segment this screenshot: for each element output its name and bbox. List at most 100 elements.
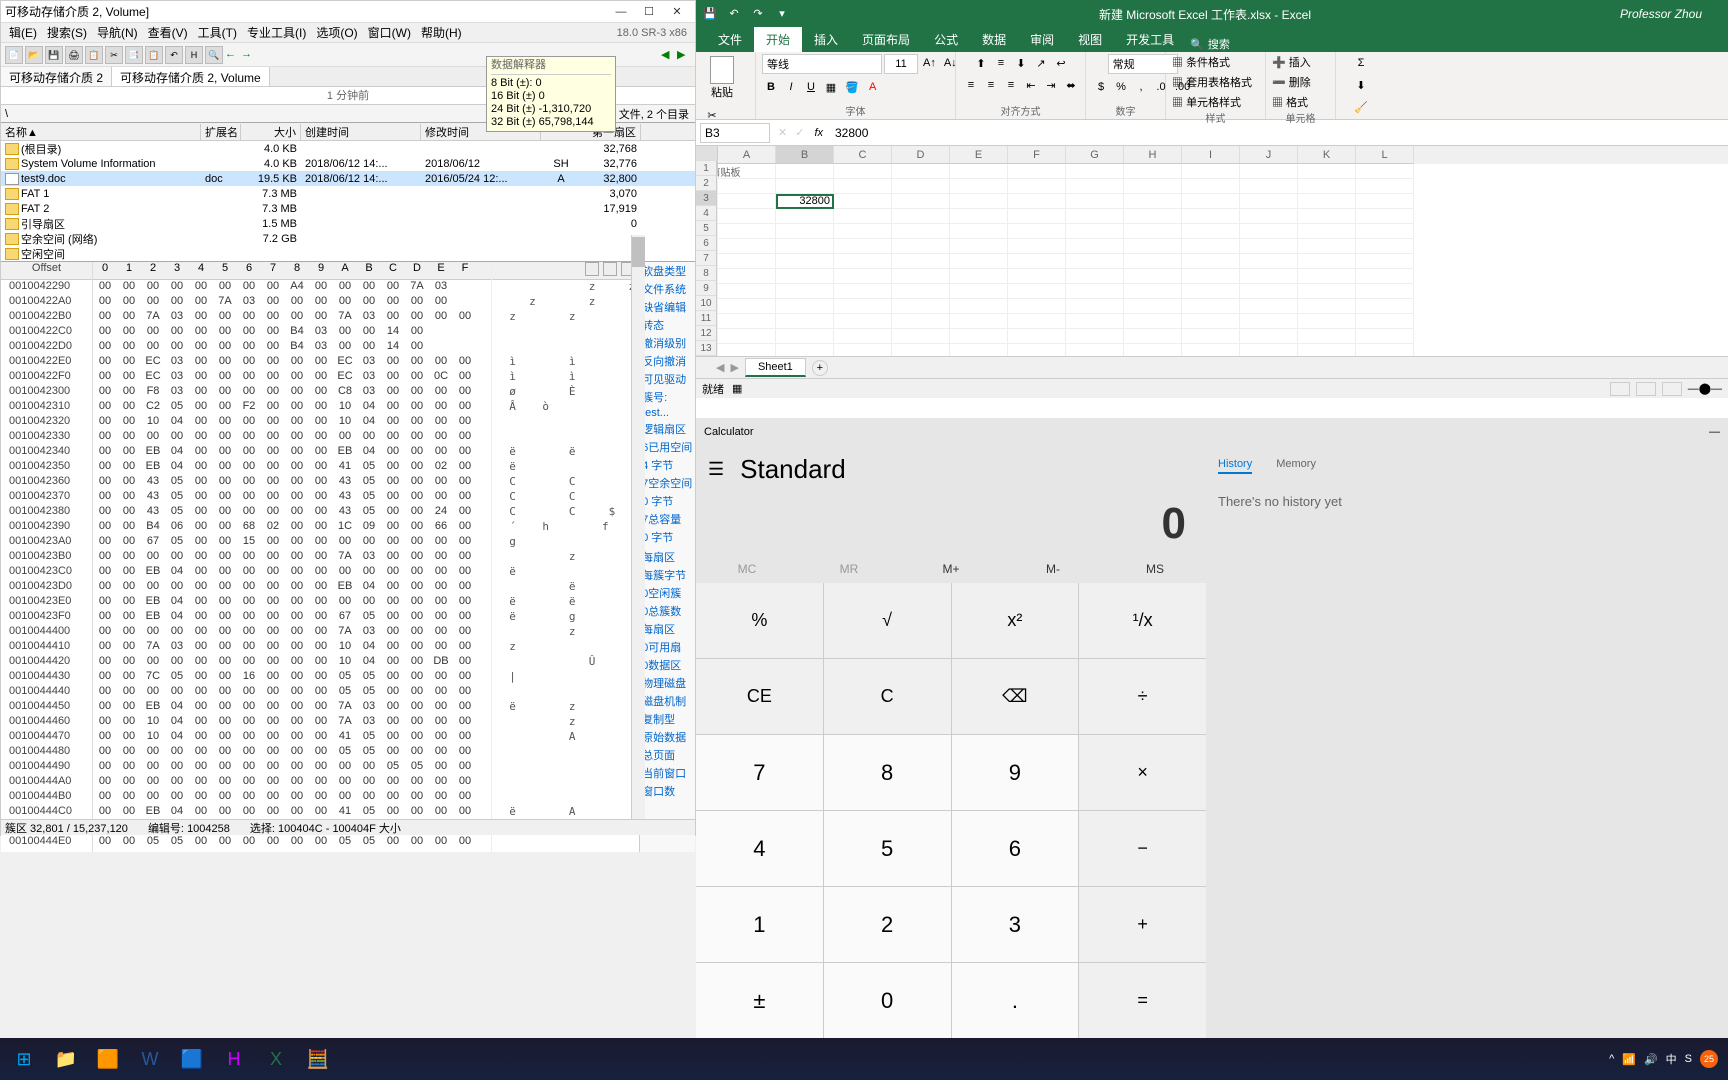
col-header[interactable]: C: [834, 146, 892, 164]
calc-minimize-icon[interactable]: —: [1709, 426, 1720, 438]
cell[interactable]: [776, 314, 834, 329]
cell[interactable]: [892, 179, 950, 194]
cell[interactable]: [1240, 329, 1298, 344]
menu-edit[interactable]: 辑(E): [5, 24, 41, 41]
tab-file[interactable]: 文件: [706, 27, 754, 52]
nav-prev-icon[interactable]: ◀: [661, 48, 675, 62]
open-icon[interactable]: 📂: [25, 46, 43, 64]
cell[interactable]: [1356, 284, 1414, 299]
cell[interactable]: [1008, 299, 1066, 314]
hex-titlebar[interactable]: 可移动存储介质 2, Volume] — ☐ ✕: [1, 1, 695, 23]
cell-style-button[interactable]: ▦ 单元格样式: [1172, 94, 1241, 110]
network-icon[interactable]: 📶: [1622, 1053, 1636, 1066]
cell[interactable]: [1124, 179, 1182, 194]
cell[interactable]: [1182, 299, 1240, 314]
nav-back-icon[interactable]: ←: [225, 48, 239, 62]
calc-key-4[interactable]: 4: [696, 811, 823, 886]
cell[interactable]: [1182, 179, 1240, 194]
cell[interactable]: [1182, 239, 1240, 254]
cell[interactable]: [1240, 194, 1298, 209]
new-icon[interactable]: 📄: [5, 46, 23, 64]
cell[interactable]: [950, 284, 1008, 299]
file-row[interactable]: 空余空间 (网络)7.2 GB: [1, 231, 695, 246]
undo-icon[interactable]: ↶: [165, 46, 183, 64]
cell[interactable]: [718, 329, 776, 344]
cell[interactable]: [1008, 194, 1066, 209]
mminus-button[interactable]: M-: [1002, 555, 1104, 583]
app-icon-1[interactable]: 🟧: [88, 1041, 128, 1077]
cell[interactable]: [892, 329, 950, 344]
size-select[interactable]: [884, 54, 918, 74]
cell[interactable]: [1240, 344, 1298, 356]
cell[interactable]: [1182, 344, 1240, 356]
cell[interactable]: [1298, 299, 1356, 314]
row-header[interactable]: 9: [696, 281, 717, 296]
cell[interactable]: [892, 314, 950, 329]
currency-icon[interactable]: $: [1092, 78, 1110, 96]
hex-icon[interactable]: H: [185, 46, 203, 64]
zoom-slider[interactable]: —⬤—: [1688, 382, 1722, 396]
cell[interactable]: [776, 179, 834, 194]
hex-bytes[interactable]: 0123456789ABCDEF 0000000000000000A400000…: [93, 262, 491, 852]
cell[interactable]: [1356, 329, 1414, 344]
cell[interactable]: [1298, 239, 1356, 254]
calc-key-x²[interactable]: x²: [952, 583, 1079, 658]
align-right-icon[interactable]: ≡: [1002, 76, 1020, 94]
sheet-nav-last-icon[interactable]: ▶: [730, 361, 738, 374]
cell[interactable]: [718, 314, 776, 329]
calc-icon[interactable]: 🧮: [298, 1041, 338, 1077]
notification-badge[interactable]: 25: [1700, 1050, 1718, 1068]
cell[interactable]: [718, 284, 776, 299]
col-created[interactable]: 创建时间: [301, 124, 421, 140]
file-row[interactable]: 引导扇区1.5 MB0: [1, 216, 695, 231]
align-center-icon[interactable]: ≡: [982, 76, 1000, 94]
view-break-icon[interactable]: [1662, 382, 1682, 396]
cell[interactable]: [834, 344, 892, 356]
fill-icon[interactable]: ⬇: [1352, 76, 1370, 94]
undo-icon[interactable]: ↶: [726, 6, 742, 22]
cell[interactable]: [1008, 254, 1066, 269]
cell[interactable]: [776, 344, 834, 356]
cell[interactable]: [1298, 179, 1356, 194]
volume-icon[interactable]: 🔊: [1644, 1053, 1658, 1066]
file-row[interactable]: (根目录)4.0 KB32,768: [1, 141, 695, 156]
cut-icon[interactable]: ✂: [702, 106, 722, 124]
cell[interactable]: [1124, 314, 1182, 329]
excel-icon[interactable]: X: [256, 1041, 296, 1077]
cell[interactable]: [1240, 284, 1298, 299]
cell[interactable]: [1298, 329, 1356, 344]
print-icon[interactable]: 🖨: [65, 46, 83, 64]
cut-icon[interactable]: ✂: [105, 46, 123, 64]
col-header[interactable]: L: [1356, 146, 1414, 164]
cell[interactable]: [1182, 209, 1240, 224]
mc-button[interactable]: MC: [696, 555, 798, 583]
file-row[interactable]: System Volume Information4.0 KB2018/06/1…: [1, 156, 695, 171]
cell[interactable]: [950, 209, 1008, 224]
view-normal-icon[interactable]: [1610, 382, 1630, 396]
user-name[interactable]: Professor Zhou: [1620, 7, 1702, 21]
hexeditor-icon[interactable]: H: [214, 1041, 254, 1077]
calc-key-7[interactable]: 7: [696, 735, 823, 810]
ascii-column[interactable]: z z z z z z ì ì ì ì ø È Â ò ë ë ë C C C …: [491, 262, 639, 852]
calc-key-×[interactable]: ×: [1079, 735, 1206, 810]
border-icon[interactable]: ▦: [822, 78, 840, 96]
row-header[interactable]: 1: [696, 161, 717, 176]
cell[interactable]: [1240, 269, 1298, 284]
cell[interactable]: [1182, 314, 1240, 329]
calc-key-⌫[interactable]: ⌫: [952, 659, 1079, 734]
cell[interactable]: [1182, 194, 1240, 209]
cell[interactable]: [834, 239, 892, 254]
row-header[interactable]: 5: [696, 221, 717, 236]
delete-button[interactable]: ➖ 删除: [1272, 74, 1311, 90]
cell[interactable]: [776, 164, 834, 179]
calc-key-.[interactable]: .: [952, 963, 1079, 1038]
merge-icon[interactable]: ⬌: [1062, 76, 1080, 94]
formula-value[interactable]: 32800: [829, 126, 1728, 140]
file-row[interactable]: FAT 27.3 MB17,919: [1, 201, 695, 216]
cell[interactable]: [718, 269, 776, 284]
row-header[interactable]: 13: [696, 341, 717, 356]
menu-view[interactable]: 查看(V): [144, 24, 192, 41]
cell[interactable]: [776, 209, 834, 224]
cell[interactable]: [1008, 224, 1066, 239]
macro-icon[interactable]: ▦: [732, 382, 742, 395]
